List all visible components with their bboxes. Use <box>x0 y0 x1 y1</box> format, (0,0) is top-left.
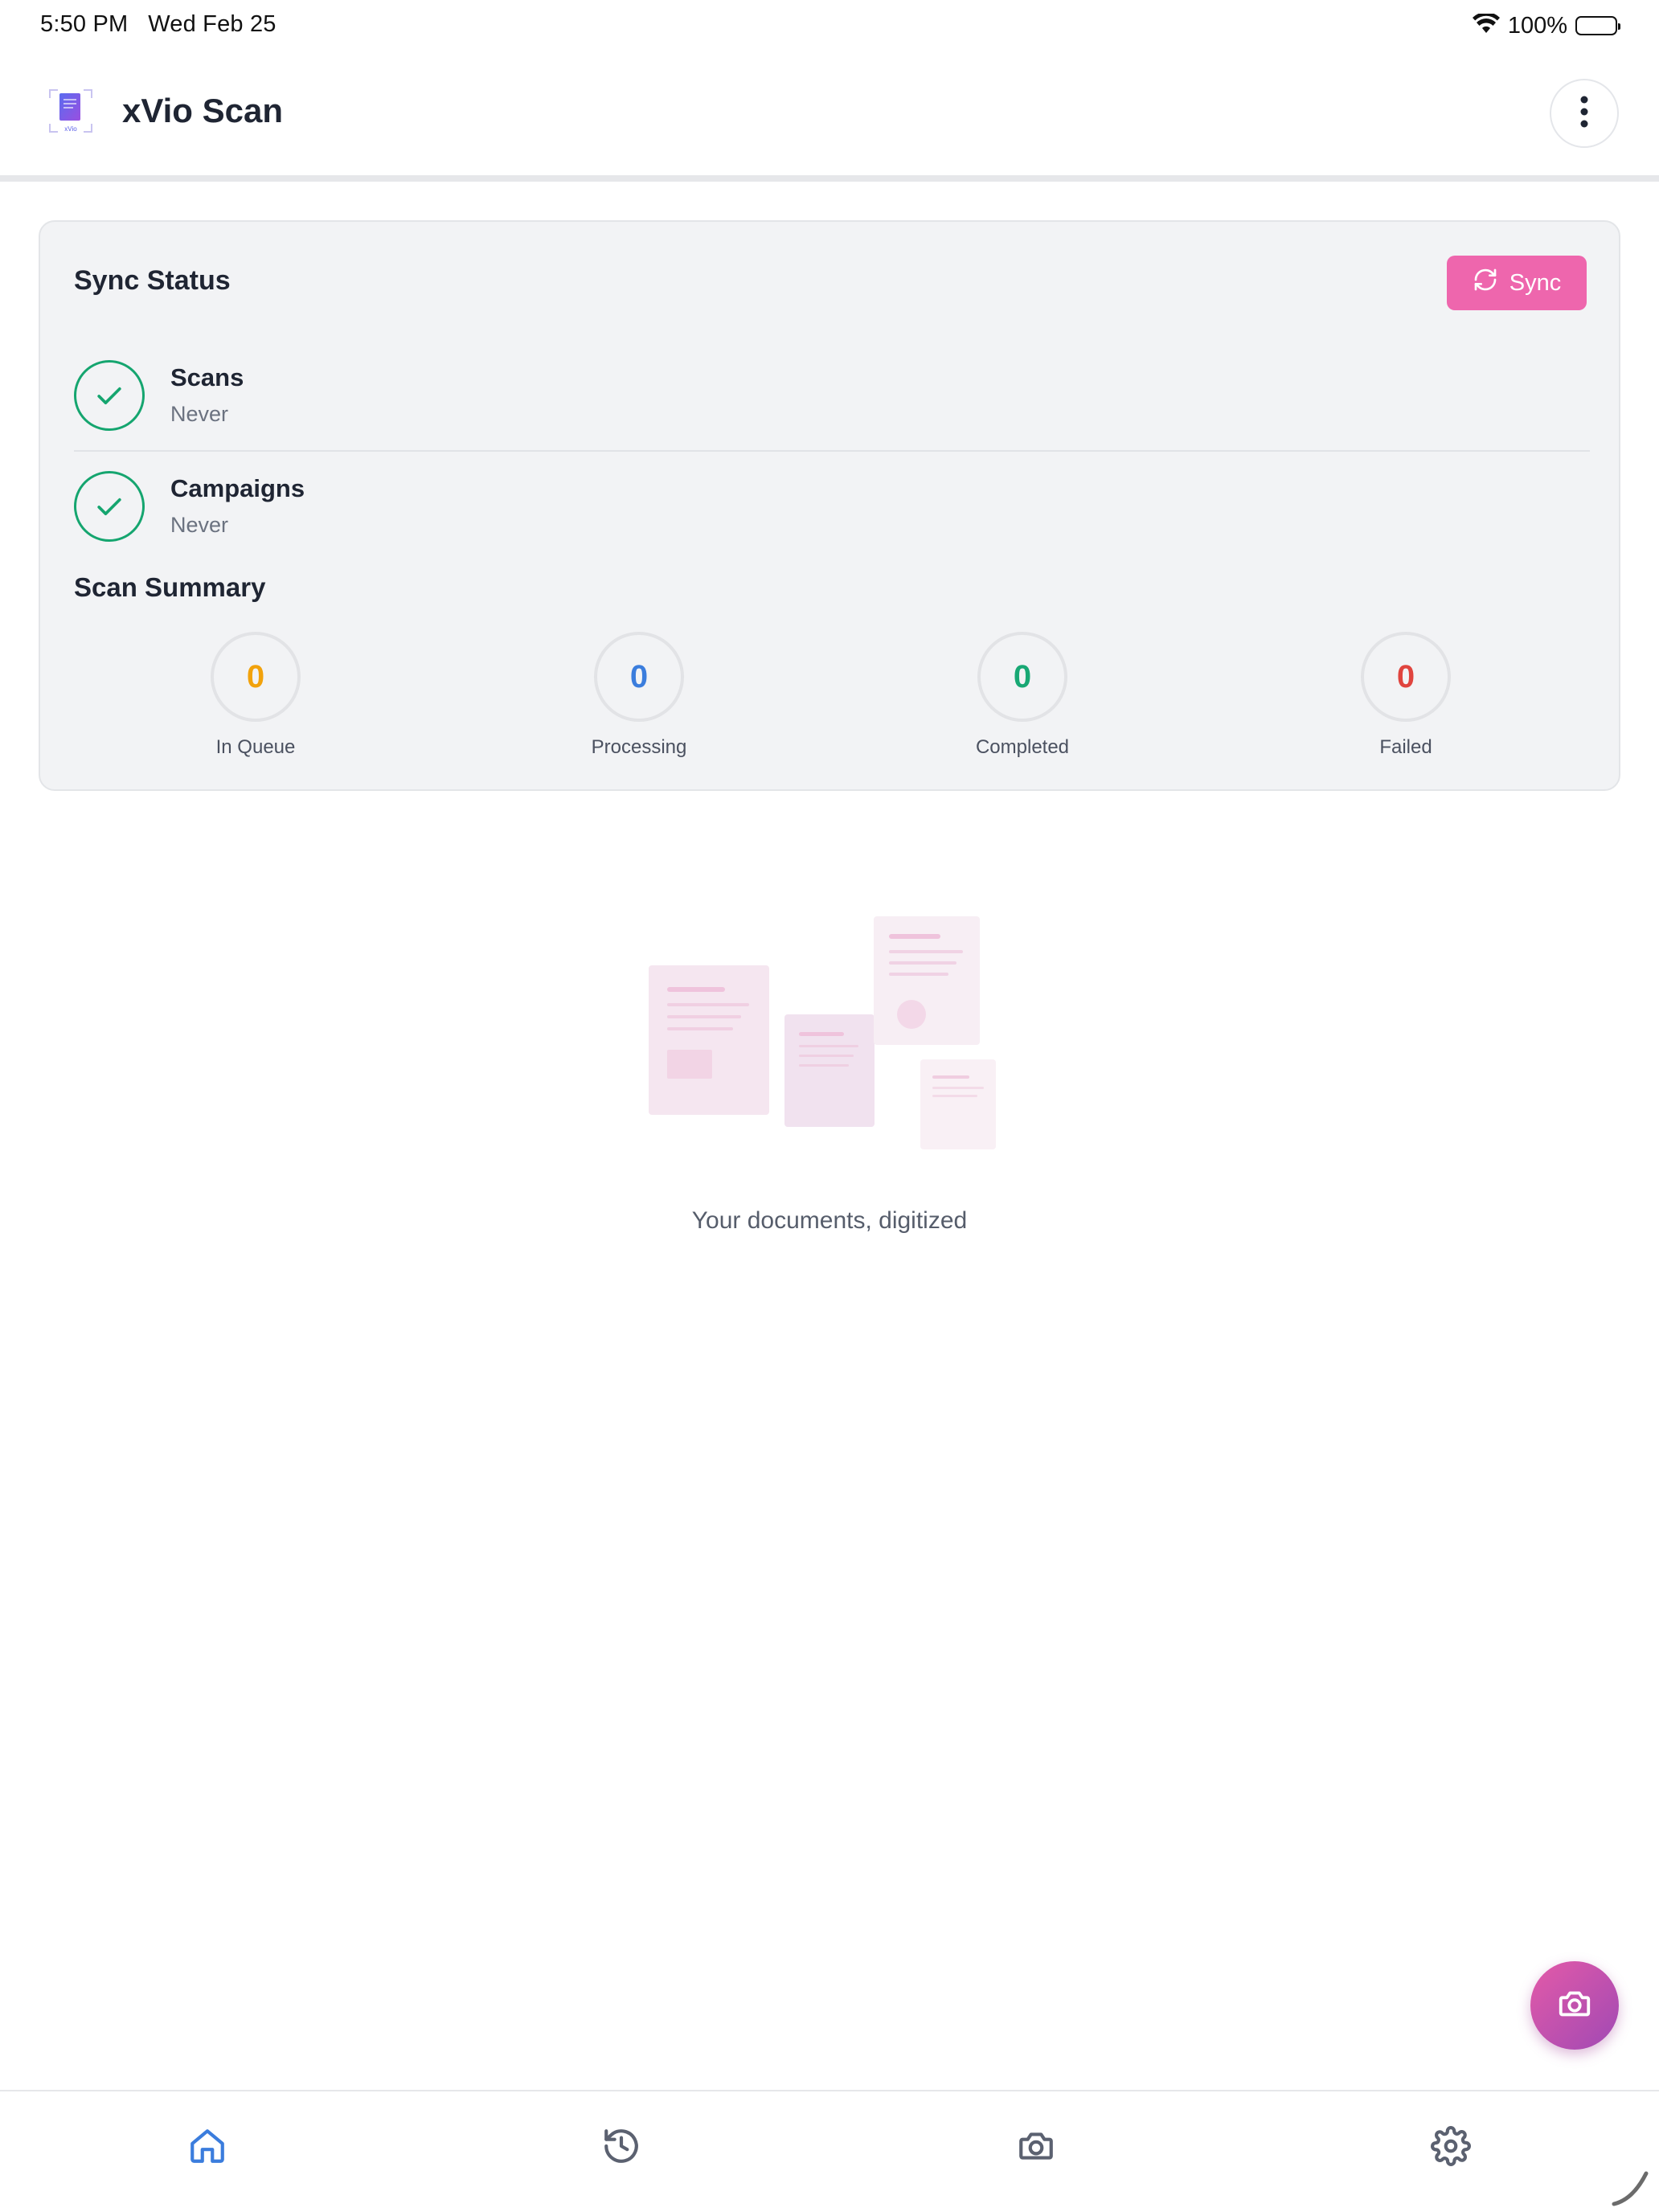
app-logo: xVio <box>47 87 95 135</box>
battery-icon <box>1575 16 1620 35</box>
more-menu-button[interactable] <box>1550 79 1619 148</box>
nav-home[interactable] <box>175 2116 240 2180</box>
status-bar: 5:50 PM Wed Feb 25 100% <box>0 0 1659 51</box>
documents-illustration <box>643 913 1000 1154</box>
sync-row-value: Never <box>170 513 229 537</box>
stat-label: Processing <box>591 736 687 758</box>
status-date: Wed Feb 25 <box>148 11 276 37</box>
more-vertical-icon <box>1579 96 1589 132</box>
scan-summary-title: Scan Summary <box>74 572 266 602</box>
header-divider <box>0 175 1659 182</box>
sync-row-scans: Scans Never <box>74 360 1590 432</box>
refresh-icon <box>1473 267 1498 299</box>
battery-percent: 100% <box>1507 12 1567 39</box>
nav-camera[interactable] <box>1004 2116 1068 2180</box>
stat-value: 0 <box>1361 632 1451 722</box>
sync-row-label: Campaigns <box>170 474 305 502</box>
stat-failed: 0 Failed <box>1309 632 1502 760</box>
stat-value: 0 <box>977 632 1067 722</box>
check-icon <box>74 471 145 542</box>
app-title: xVio Scan <box>122 92 283 129</box>
sync-row-label: Scans <box>170 363 244 391</box>
settings-icon <box>1431 2125 1471 2170</box>
history-icon <box>601 2126 641 2170</box>
wifi-icon <box>1472 11 1500 39</box>
empty-state-caption: Your documents, digitized <box>691 1207 968 1234</box>
status-clock: 5:50 PM <box>40 11 129 37</box>
sync-row-campaigns: Campaigns Never <box>74 471 1590 543</box>
bottom-nav <box>0 2090 1659 2212</box>
camera-fab-button[interactable] <box>1530 1961 1619 2050</box>
row-divider <box>74 450 1590 452</box>
sync-button[interactable]: Sync <box>1447 256 1587 310</box>
status-time: 5:50 PM Wed Feb 25 <box>40 11 276 38</box>
check-icon <box>74 360 145 431</box>
nav-history[interactable] <box>589 2116 653 2180</box>
camera-icon <box>1556 1985 1593 2026</box>
sync-status-title: Sync Status <box>74 265 231 296</box>
stat-value: 0 <box>594 632 684 722</box>
app-header: xVio xVio Scan <box>0 51 1659 175</box>
stat-in-queue: 0 In Queue <box>159 632 352 760</box>
stat-completed: 0 Completed <box>926 632 1119 760</box>
camera-icon <box>1016 2126 1056 2170</box>
status-indicators: 100% <box>1472 11 1620 40</box>
sync-status-card: Sync Status Sync Scans Never Campaigns N… <box>39 220 1620 791</box>
stat-label: Completed <box>975 736 1070 758</box>
home-icon <box>187 2126 227 2170</box>
stat-label: In Queue <box>215 736 296 758</box>
stat-value: 0 <box>211 632 301 722</box>
stat-processing: 0 Processing <box>543 632 735 760</box>
sync-row-value: Never <box>170 402 229 426</box>
sync-button-label: Sync <box>1509 269 1562 296</box>
corner-handle-icon <box>1611 2167 1651 2207</box>
stat-label: Failed <box>1379 736 1432 758</box>
logo-text: xVio <box>64 125 77 133</box>
nav-settings[interactable] <box>1419 2116 1483 2180</box>
